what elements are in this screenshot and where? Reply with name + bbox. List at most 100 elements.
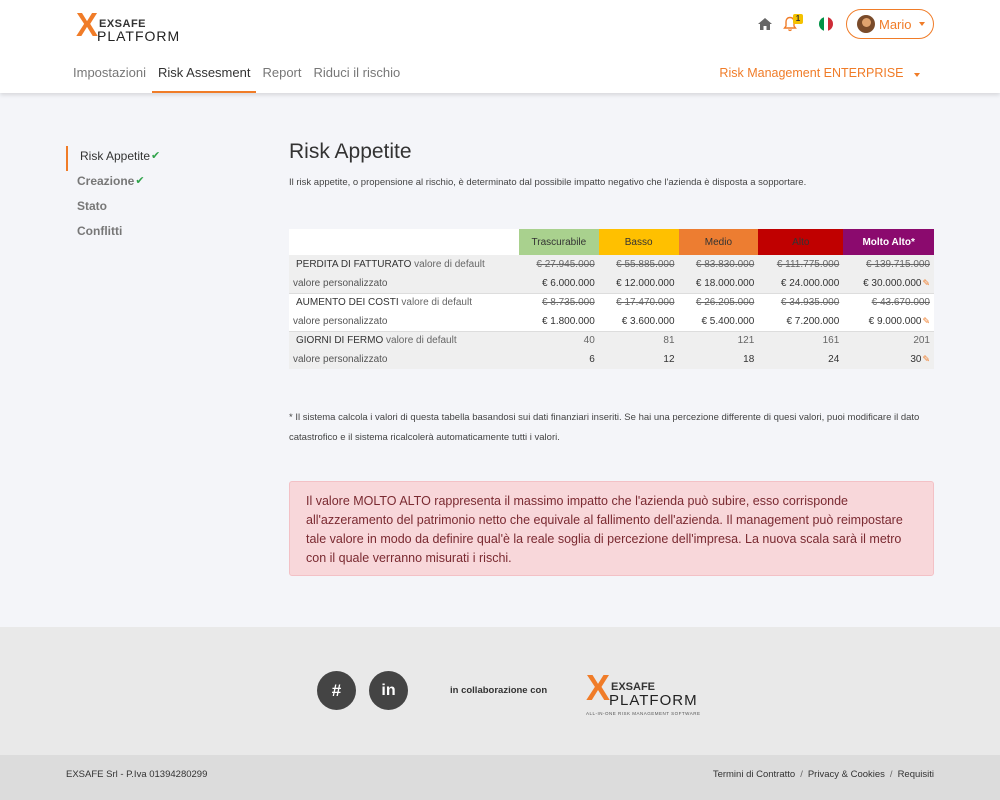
italian-flag-icon[interactable] [819, 17, 833, 31]
custom-label: valore personalizzato [289, 274, 519, 293]
main-content: Risk Appetite Il risk appetite, o propen… [289, 140, 934, 576]
table-row: GIORNI DI FERMO valore di default 40 81 121… [289, 330, 934, 350]
sidebar-item-risk-appetite[interactable]: Risk Appetite✔ [66, 146, 246, 171]
default-value: € 34.935.000 [780, 297, 840, 309]
sidebar-item-label: Creazione [77, 174, 135, 188]
default-value: € 83.830.000 [695, 259, 755, 270]
row-label: PERDITA DI FATTURATO valore di default [289, 255, 519, 274]
default-value: 161 [822, 335, 840, 347]
custom-value: € 30.000.000 [863, 277, 922, 289]
slack-icon[interactable]: # [317, 671, 356, 710]
exsafe-logo[interactable]: X EXSAFE PLATFORM [76, 6, 179, 44]
table-header-row: Trascurabile Basso Medio Alto Molto Alto* [289, 229, 934, 255]
avatar [857, 15, 875, 33]
sidebar-item-label: Risk Appetite [80, 149, 151, 163]
row-name: AUMENTO DEI COSTI [296, 297, 399, 309]
default-value: € 55.885.000 [616, 259, 675, 270]
default-value-cell: € 34.935.000 [758, 292, 844, 312]
custom-value-cell: € 3.600.000 [598, 312, 679, 331]
table-row: valore personalizzato € 6.000.000 € 12.000… [289, 274, 934, 293]
link-separator: / [800, 769, 803, 780]
page-title: Risk Appetite [289, 140, 412, 163]
default-value: € 139.715.000 [866, 259, 930, 270]
sidebar-item-conflitti[interactable]: Conflitti [66, 221, 246, 246]
default-label: valore di default [401, 297, 472, 309]
chevron-down-icon [918, 22, 925, 26]
home-icon[interactable] [757, 16, 773, 32]
sidebar-item-creazione[interactable]: Creazione✔ [66, 171, 246, 196]
default-value-cell: 40 [519, 330, 599, 350]
linkedin-icon[interactable]: in [369, 671, 408, 710]
default-value-cell: 121 [678, 330, 759, 350]
custom-value-cell: € 24.000.000 [758, 274, 844, 293]
notification-badge: 1 [793, 14, 803, 24]
tab-riduci-il-rischio[interactable]: Riduci il rischio [308, 56, 407, 93]
header-actions: 1 Mario [757, 9, 934, 39]
tab-impostazioni[interactable]: Impostazioni [67, 56, 152, 93]
sidebar-item-stato[interactable]: Stato [66, 196, 246, 221]
level-header-3: Alto [758, 229, 844, 255]
product-label: Risk Management ENTERPRISE [719, 66, 904, 80]
footer-link-0[interactable]: Termini di Contratto [713, 769, 795, 780]
footer-link-1[interactable]: Privacy & Cookies [808, 769, 885, 780]
default-value-cell: € 55.885.000 [598, 255, 679, 274]
custom-value-cell: € 6.000.000 [519, 274, 599, 293]
level-header-0: Trascurabile [519, 229, 599, 255]
product-selector[interactable]: Risk Management ENTERPRISE [719, 66, 920, 80]
default-value: 40 [583, 335, 595, 347]
footer-exsafe-logo[interactable]: X EXSAFE PLATFORM ALL-IN-ONE RISK MANAGE… [586, 670, 706, 719]
logo-platform-text: PLATFORM [609, 692, 698, 709]
default-value: € 26.205.000 [695, 297, 755, 309]
check-icon: ✔ [151, 150, 161, 162]
custom-label: valore personalizzato [289, 312, 519, 331]
custom-label: valore personalizzato [289, 350, 519, 369]
default-value-cell: € 8.735.000 [519, 292, 599, 312]
info-alert: Il valore MOLTO ALTO rappresenta il mass… [289, 481, 934, 576]
default-value-cell: 161 [758, 330, 844, 350]
step-sidebar: Risk Appetite✔ Creazione✔ Stato Conflitti [66, 146, 246, 246]
custom-value-cell[interactable]: 30✎ [843, 350, 934, 369]
pencil-icon[interactable]: ✎ [922, 316, 930, 326]
table-footnote: * Il sistema calcola i valori di questa … [289, 412, 920, 443]
tab-report[interactable]: Report [256, 56, 307, 93]
table-row: valore personalizzato € 1.800.000 € 3.600.… [289, 312, 934, 331]
main-nav: Impostazioni Risk Assesment Report Riduci i… [67, 56, 406, 93]
logo-tagline: ALL-IN-ONE RISK MANAGEMENT SOFTWARE [586, 711, 701, 716]
custom-value: € 5.400.000 [701, 315, 755, 327]
custom-value-cell: € 18.000.000 [678, 274, 759, 293]
custom-value: 18 [743, 354, 755, 365]
custom-value: € 18.000.000 [695, 277, 755, 289]
pencil-icon[interactable]: ✎ [922, 354, 930, 364]
custom-value-cell[interactable]: € 9.000.000✎ [843, 312, 934, 331]
default-value: € 8.735.000 [541, 297, 595, 309]
row-label: AUMENTO DEI COSTI valore di default [289, 292, 519, 312]
default-value-cell: 201 [843, 330, 934, 350]
footer-link-2[interactable]: Requisiti [898, 769, 934, 780]
custom-value: € 1.800.000 [541, 315, 595, 327]
default-value-cell: € 27.945.000 [519, 255, 599, 274]
footer-bottom-bar: EXSAFE Srl - P.Iva 01394280299 Termini d… [0, 755, 1000, 800]
custom-value: 12 [663, 354, 675, 365]
default-value: € 17.470.000 [616, 297, 675, 309]
user-name: Mario [879, 16, 912, 32]
custom-value-cell: € 12.000.000 [598, 274, 679, 293]
pencil-icon[interactable]: ✎ [922, 278, 930, 288]
default-value-cell: € 139.715.000 [843, 255, 934, 274]
custom-value-cell: 6 [519, 350, 599, 369]
default-value-cell: 81 [598, 330, 679, 350]
logo-platform-text: PLATFORM [97, 28, 181, 44]
custom-value: 30 [910, 354, 922, 365]
collab-text: in collaborazione con [450, 685, 548, 696]
user-menu-button[interactable]: Mario [846, 9, 934, 39]
custom-value: € 24.000.000 [780, 277, 840, 289]
custom-value-cell[interactable]: € 30.000.000✎ [843, 274, 934, 293]
notifications-button[interactable]: 1 [783, 14, 803, 32]
logo-x-mark: X [76, 6, 98, 43]
chevron-down-icon [914, 73, 920, 77]
page-subtitle: Il risk appetite, o propensione al risch… [289, 177, 807, 188]
level-header-1: Basso [598, 229, 679, 255]
header-blank-cell [289, 229, 519, 255]
flag-band-red [828, 17, 833, 31]
sidebar-item-label: Conflitti [77, 224, 123, 238]
tab-risk-assesment[interactable]: Risk Assesment [151, 56, 257, 93]
